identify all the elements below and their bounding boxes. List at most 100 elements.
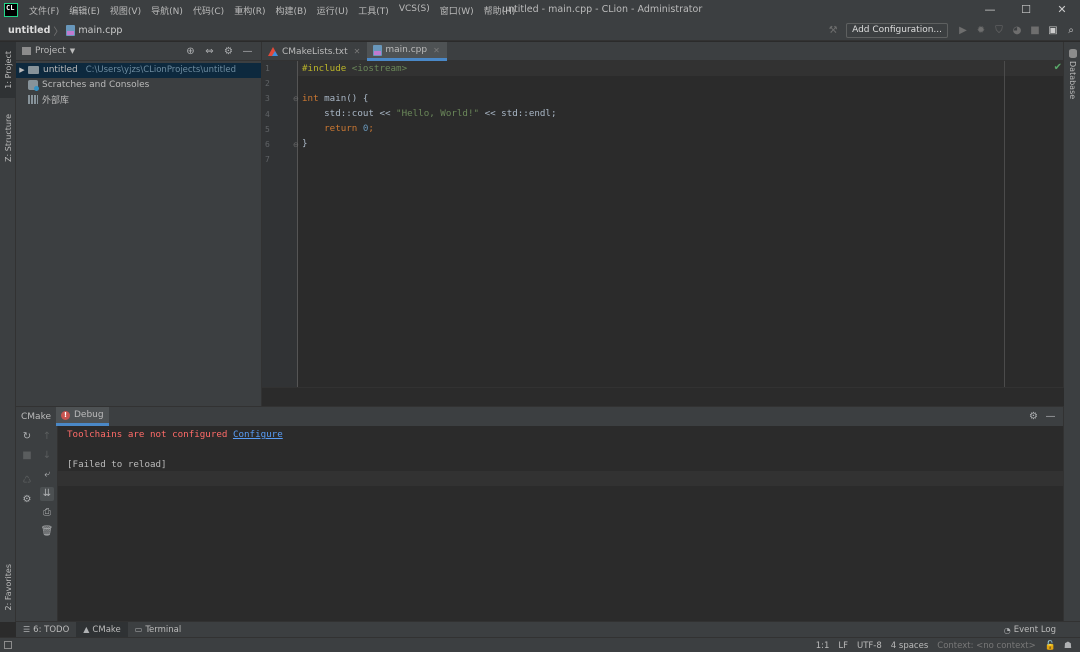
hide-panel-icon[interactable]: — bbox=[238, 46, 257, 57]
expand-arrow-icon[interactable]: ▶ bbox=[16, 66, 28, 74]
context-selector[interactable]: Context: <no context> bbox=[937, 641, 1035, 651]
tab-debug[interactable]: ! Debug bbox=[56, 407, 109, 426]
debug-icon[interactable]: ✹ bbox=[972, 25, 990, 36]
close-icon[interactable]: ✕ bbox=[354, 47, 361, 56]
code-line-6: } bbox=[302, 138, 308, 149]
console-error-text: Toolchains are not configured bbox=[67, 429, 233, 440]
tool-tab-database[interactable]: Database bbox=[1064, 46, 1080, 106]
caret-position[interactable]: 1:1 bbox=[816, 641, 830, 651]
database-icon bbox=[1068, 49, 1077, 58]
tool-tab-terminal[interactable]: ▭ Terminal bbox=[128, 622, 188, 638]
scroll-to-end-icon[interactable]: ⇊ bbox=[40, 487, 54, 501]
lock-icon[interactable]: 🔓 bbox=[1045, 641, 1056, 651]
console-output[interactable]: Toolchains are not configured Configure … bbox=[58, 426, 1063, 622]
run-with-coverage-icon[interactable]: ⛉ bbox=[990, 25, 1008, 36]
tool-tab-todo[interactable]: ☰ 6: TODO bbox=[16, 622, 76, 638]
maximize-button[interactable]: ☐ bbox=[1008, 0, 1044, 20]
stop-icon[interactable]: ■ bbox=[20, 449, 34, 463]
tool-tab-cmake[interactable]: ▲ CMake bbox=[76, 621, 128, 638]
tool-tab-favorites[interactable]: 2: Favorites bbox=[0, 552, 16, 622]
menu-view[interactable]: 视图(V) bbox=[105, 4, 146, 17]
window-title: untitled - main.cpp - CLion - Administra… bbox=[502, 4, 703, 15]
close-icon[interactable]: ✕ bbox=[433, 46, 440, 55]
trash-icon[interactable]: 🗑 bbox=[40, 525, 54, 539]
tool-tab-terminal-label: Terminal bbox=[145, 624, 182, 635]
chevron-right-icon: 〉 bbox=[53, 26, 64, 38]
menu-edit[interactable]: 编辑(E) bbox=[64, 4, 105, 17]
run-icon[interactable]: ▶ bbox=[954, 25, 972, 36]
menu-window[interactable]: 窗口(W) bbox=[435, 4, 479, 17]
code-line-1: #include <iostream> bbox=[302, 63, 408, 74]
hide-panel-icon[interactable]: — bbox=[1042, 411, 1059, 422]
arrow-down-icon[interactable]: ↓ bbox=[40, 449, 54, 463]
menu-build[interactable]: 构建(B) bbox=[270, 4, 311, 17]
code-editor[interactable]: 1 2 3 4 5 6 7 ⊖ ⊖ #include <iostream> in… bbox=[262, 61, 1064, 387]
print-icon[interactable]: ⎙ bbox=[40, 506, 54, 520]
settings-icon[interactable]: ⚙ bbox=[20, 493, 34, 507]
tool-tab-project[interactable]: 1: Project bbox=[0, 42, 16, 98]
clion-logo-icon: CL bbox=[4, 3, 18, 17]
soft-wrap-icon[interactable]: ⤶ bbox=[40, 468, 54, 482]
menu-file[interactable]: 文件(F) bbox=[24, 4, 64, 17]
breadcrumb-file[interactable]: main.cpp bbox=[78, 25, 122, 36]
right-margin-guide bbox=[1004, 61, 1005, 387]
line-number: 2 bbox=[265, 79, 270, 88]
cpp-file-icon bbox=[66, 24, 76, 36]
tree-item-scratches[interactable]: Scratches and Consoles bbox=[16, 78, 261, 93]
project-panel-tools: ⊕ ⇔ ⚙ — bbox=[181, 42, 257, 61]
menu-run[interactable]: 运行(U) bbox=[312, 4, 354, 17]
gear-icon[interactable]: ⚙ bbox=[1025, 411, 1042, 422]
editor-horizontal-scrollbar[interactable] bbox=[262, 387, 1064, 406]
cmake-tool-window: CMake ! Debug ⚙ — ↻ ↑ ■ ↓ ⤶ ♺ ⇊ ⚙ ⎙ 🗑 To… bbox=[16, 406, 1063, 622]
toggle-tool-windows-icon[interactable] bbox=[4, 641, 12, 649]
search-icon[interactable]: ⌕ bbox=[1062, 25, 1080, 36]
arrow-up-icon[interactable]: ↑ bbox=[40, 430, 54, 444]
tool-tab-favorites-label: 2: Favorites bbox=[3, 563, 13, 611]
profile-icon[interactable]: ◕ bbox=[1008, 25, 1026, 36]
title-bar: CL 文件(F) 编辑(E) 视图(V) 导航(N) 代码(C) 重构(R) 构… bbox=[0, 0, 1080, 20]
reload-icon[interactable]: ↻ bbox=[20, 430, 34, 444]
clear-cache-icon[interactable]: ♺ bbox=[20, 474, 34, 488]
inspector-icon[interactable]: ☗ bbox=[1064, 641, 1072, 651]
minimize-button[interactable]: — bbox=[972, 0, 1008, 20]
fold-marker-icon[interactable]: ⊖ bbox=[293, 95, 299, 103]
tool-window-bar: ☰ 6: TODO ▲ CMake ▭ Terminal ◔ Event Log bbox=[16, 621, 1080, 638]
locate-file-icon[interactable]: ⊕ bbox=[181, 46, 200, 57]
fold-marker-icon[interactable]: ⊖ bbox=[293, 141, 299, 149]
tool-tab-event-log[interactable]: ◔ Event Log bbox=[1004, 622, 1056, 638]
project-view-selector[interactable]: Project bbox=[35, 46, 66, 56]
indent-setting[interactable]: 4 spaces bbox=[891, 641, 928, 651]
console-toolbar: ↻ ↑ ■ ↓ ⤶ ♺ ⇊ ⚙ ⎙ 🗑 bbox=[16, 426, 58, 622]
dropdown-arrow-icon[interactable]: ▼ bbox=[70, 47, 75, 55]
menu-refactor[interactable]: 重构(R) bbox=[229, 4, 270, 17]
breadcrumb-project[interactable]: untitled bbox=[8, 25, 50, 36]
add-configuration-button[interactable]: Add Configuration... bbox=[846, 23, 948, 38]
menu-tools[interactable]: 工具(T) bbox=[353, 4, 394, 17]
tab-cmake[interactable]: CMake bbox=[16, 407, 56, 426]
checkmark-icon: ✔ bbox=[1053, 62, 1062, 73]
scratches-icon bbox=[28, 79, 39, 91]
tree-item-project-root[interactable]: ▶ untitled C:\Users\yjzs\CLionProjects\u… bbox=[16, 63, 261, 78]
console-status-line: [Failed to reload] bbox=[67, 459, 167, 470]
tree-item-external-libraries[interactable]: 外部库 bbox=[16, 92, 261, 107]
left-tool-strip: 1: Project Z: Structure 2: Favorites bbox=[0, 42, 16, 622]
configure-link[interactable]: Configure bbox=[233, 429, 283, 440]
stop-icon[interactable]: ■ bbox=[1026, 25, 1044, 36]
gear-icon[interactable]: ⚙ bbox=[219, 46, 238, 57]
close-button[interactable]: ✕ bbox=[1044, 0, 1080, 20]
tab-cmakelists[interactable]: CMakeLists.txt ✕ bbox=[262, 42, 367, 61]
event-log-icon: ◔ bbox=[1003, 625, 1011, 635]
line-separator[interactable]: LF bbox=[838, 641, 848, 651]
menu-navigate[interactable]: 导航(N) bbox=[146, 4, 188, 17]
tab-main-cpp[interactable]: main.cpp ✕ bbox=[367, 42, 447, 61]
project-structure-icon[interactable]: ▣ bbox=[1044, 25, 1062, 36]
menu-vcs[interactable]: VCS(S) bbox=[394, 4, 435, 17]
menu-code[interactable]: 代码(C) bbox=[188, 4, 229, 17]
tab-label: main.cpp bbox=[385, 45, 428, 55]
tab-label: CMake bbox=[21, 411, 51, 422]
hammer-build-icon[interactable]: ⚒ bbox=[824, 25, 842, 36]
tool-tab-structure[interactable]: Z: Structure bbox=[0, 108, 16, 168]
tab-label: CMakeLists.txt bbox=[282, 46, 348, 57]
collapse-all-icon[interactable]: ⇔ bbox=[200, 46, 219, 57]
file-encoding[interactable]: UTF-8 bbox=[857, 641, 882, 651]
